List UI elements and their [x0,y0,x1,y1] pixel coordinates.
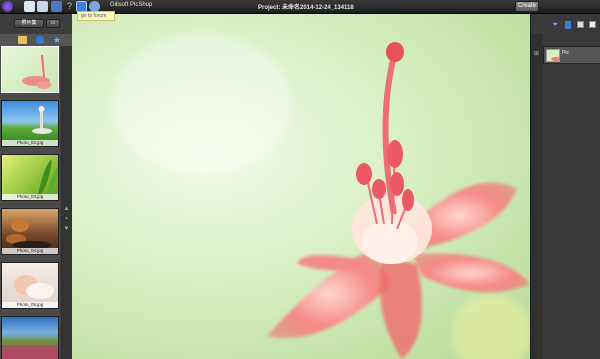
layer-thumbnail [546,49,560,62]
layers-side-strip [531,34,543,359]
photo-collection-panel: 照片集 ▭ ★ Photo_02.jpg Photo_03.jpg Photo_… [0,14,72,359]
flower-thumbnail-image [22,54,51,89]
photo-panel-toolbar: ★ [0,34,72,46]
panel-toggle-button[interactable]: ▭ [46,19,60,28]
app-logo-icon[interactable] [2,1,13,12]
photo-canvas[interactable] [72,14,530,359]
photo-collection-tab[interactable]: 照片集 [14,19,44,28]
save-project-icon[interactable] [51,1,62,12]
create-button[interactable]: Create [515,1,539,12]
field-thumbnail-image [2,345,58,359]
layers-panel: ⏷ ⊞ Pic [530,14,600,359]
thumbnail-item[interactable] [1,316,59,359]
thumbnail-list: Photo_02.jpg Photo_03.jpg Photo_04.jpg P… [0,46,60,359]
layer-label: Pic [562,50,569,56]
help-icon[interactable]: ? [64,1,75,12]
app-title: Gilisoft PicShop [110,2,153,8]
thumbnail-item[interactable]: Photo_03.jpg [1,154,59,201]
expand-icon[interactable]: ⊞ [534,50,539,57]
paste-layer-icon[interactable] [589,21,596,28]
thumbnail-item[interactable]: Photo_05.jpg [1,262,59,309]
open-project-icon[interactable] [37,1,48,12]
check-icon[interactable] [36,36,44,44]
thumbnail-label: Photo_04.jpg [2,248,58,254]
layer-item[interactable]: Pic [543,46,600,64]
thumbnail-item[interactable] [1,46,59,93]
copy-layer-icon[interactable] [577,21,584,28]
delete-layer-icon[interactable] [565,21,571,29]
scroll-down-icon[interactable]: ▼ [63,226,70,232]
forum-tooltip: go to forum [77,11,115,21]
scroll-up-icon[interactable]: ▲ [63,206,70,212]
thumbnail-label: Photo_03.jpg [2,194,58,200]
thumbnail-scrollbar[interactable]: ▲ ▪ ▼ [61,46,72,359]
layers-toolbar: ⏷ [531,16,600,34]
scroll-handle[interactable]: ▪ [63,216,70,222]
project-title: Project: 未命名2014-12-24_134118 [258,5,354,11]
thumbnail-label: Photo_02.jpg [2,140,58,146]
new-project-icon[interactable] [24,1,35,12]
filter-icon[interactable]: ⏷ [552,20,558,30]
flower-photo [112,34,530,359]
add-folder-icon[interactable] [18,36,27,44]
photo-panel-header: 照片集 ▭ [0,16,72,28]
thumbnail-label: Photo_05.jpg [2,302,58,308]
thumbnail-item[interactable]: Photo_04.jpg [1,208,59,255]
star-icon[interactable]: ★ [53,35,61,45]
thumbnail-item[interactable]: Photo_02.jpg [1,100,59,147]
